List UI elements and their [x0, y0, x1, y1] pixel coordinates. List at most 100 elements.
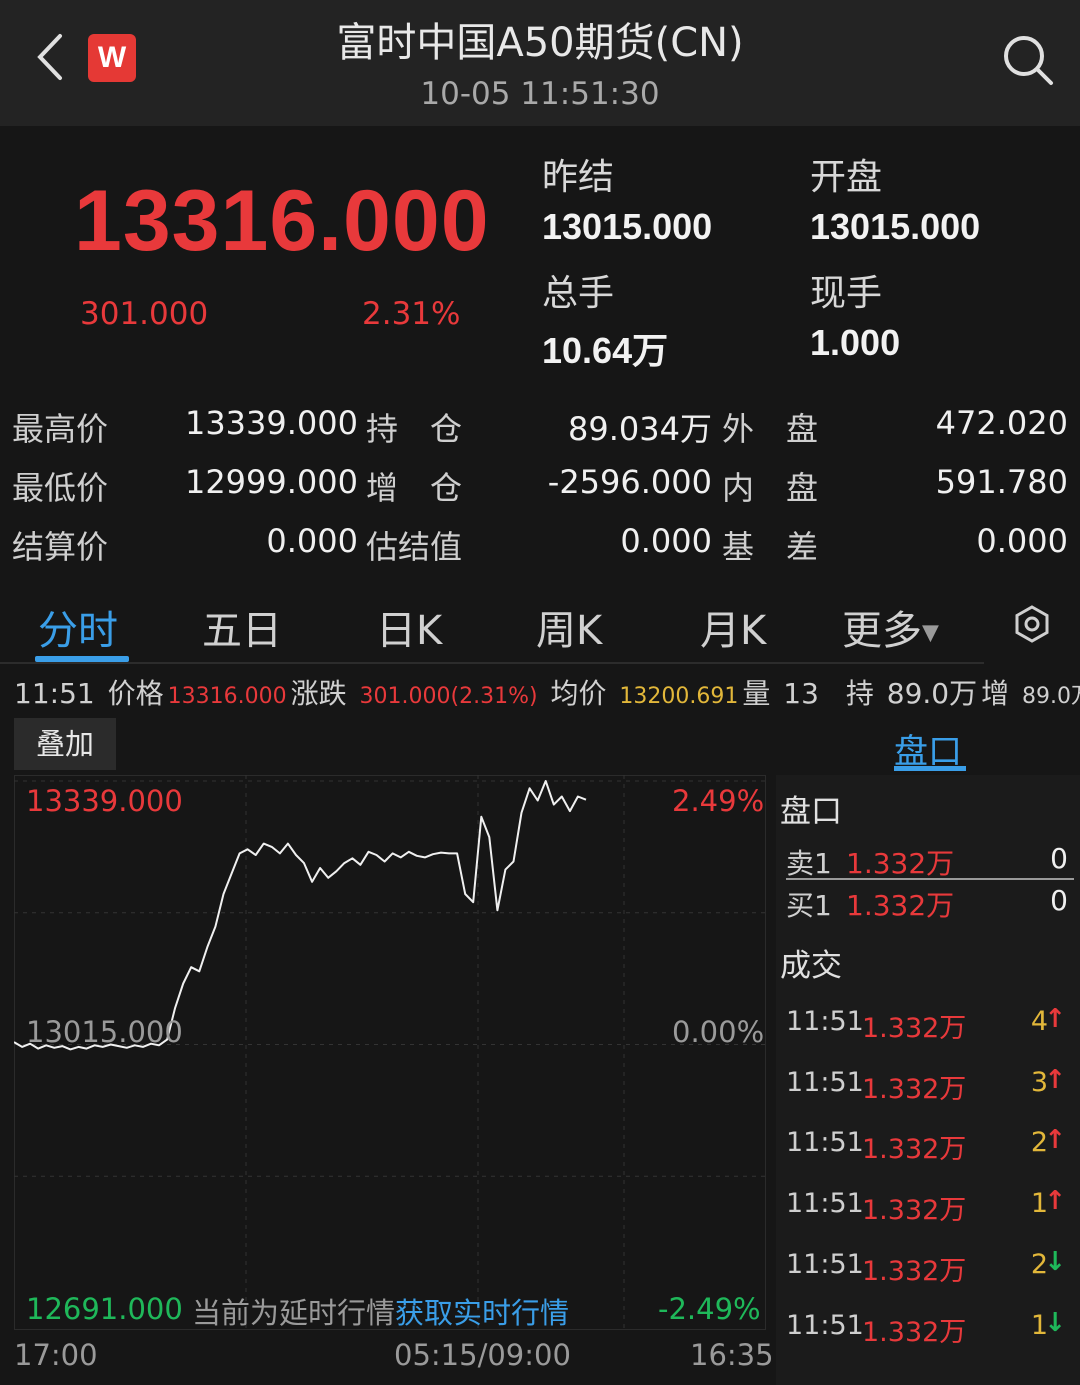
trade-price: 1.332万 — [862, 1255, 967, 1287]
delay-notice: 当前为延时行情获取实时行情 — [192, 1290, 569, 1332]
sell1-qty: 0 — [1050, 842, 1068, 875]
info-price: 13316.000 — [167, 684, 287, 709]
trade-row: 11:51 1.332万 1 ↑ — [786, 1186, 1068, 1228]
tab-monthly-k[interactable]: 月K — [700, 598, 766, 656]
info-oi: 89.0万 — [886, 677, 978, 710]
chart-min-pct-label: -2.49% — [658, 1292, 761, 1326]
chart-ref-price-label: 13015.000 — [26, 1015, 183, 1049]
trade-time: 11:51 — [786, 1006, 864, 1037]
tab-weekly-k[interactable]: 周K — [536, 598, 602, 656]
open-label: 开盘 — [810, 157, 883, 198]
settle-value: 0.000 — [266, 522, 358, 560]
info-vol-label: 量 — [742, 677, 771, 710]
arrow-up-icon: ↑ — [1044, 1125, 1066, 1156]
trade-time: 11:51 — [786, 1248, 864, 1280]
trade-row: 11:51 1.332万 2 ↓ — [786, 1246, 1068, 1289]
realtime-quote-link[interactable]: 获取实时行情 — [395, 1296, 569, 1330]
settle-label: 结算价 — [12, 528, 109, 566]
page-title: 富时中国A50期货(CN) — [336, 20, 744, 66]
spread-divider — [786, 878, 1074, 880]
time-axis-mid: 05:15/09:00 — [394, 1338, 571, 1372]
trade-price: 1.332万 — [862, 1316, 967, 1348]
info-oi-label: 持 — [845, 677, 874, 710]
high-value: 13339.000 — [184, 404, 358, 442]
tab-divider — [0, 662, 984, 664]
arrow-up-icon: ↑ — [1044, 1186, 1066, 1217]
price-line — [14, 780, 587, 1051]
open-interest-value: 89.034万 — [568, 410, 712, 448]
order-book-title: 盘口 — [780, 794, 842, 830]
outer-label: 外 盘 — [722, 410, 819, 448]
info-oi-chg-label: 增 — [981, 677, 1010, 710]
basis-label: 基 差 — [722, 528, 819, 566]
buy1-qty: 0 — [1050, 884, 1068, 917]
open-value: 13015.000 — [810, 206, 981, 247]
trade-price: 1.332万 — [862, 1195, 967, 1227]
quote-timestamp: 10-05 11:51:30 — [420, 76, 660, 112]
tab-intraday[interactable]: 分时 — [38, 598, 118, 656]
order-book-tab-indicator — [894, 766, 966, 771]
info-change: 301.000(2.31%) — [359, 684, 538, 709]
trade-time: 11:51 — [786, 1309, 864, 1341]
info-price-label: 价格 — [107, 677, 164, 710]
trades-title: 成交 — [780, 948, 842, 984]
current-hand-value: 1.000 — [810, 322, 901, 363]
chart-grid — [14, 775, 766, 1330]
info-time: 11:51 — [14, 677, 95, 710]
dropdown-caret-icon: ▼ — [922, 620, 939, 646]
time-axis-start: 17:00 — [14, 1338, 98, 1372]
current-hand-label: 现手 — [810, 273, 883, 314]
app-logo: W — [88, 34, 136, 82]
settings-icon[interactable] — [1012, 604, 1052, 644]
overlay-button[interactable]: 叠加 — [14, 718, 116, 770]
last-price: 13316.000 — [74, 173, 490, 269]
outer-value: 472.020 — [935, 404, 1068, 442]
tab-five-day[interactable]: 五日 — [202, 598, 282, 656]
volume-label: 总手 — [542, 273, 615, 314]
sell1-price: 1.332万 — [846, 847, 955, 880]
arrow-down-icon: ↓ — [1044, 1246, 1066, 1277]
buy1-label: 买1 — [786, 889, 832, 922]
arrow-down-icon: ↓ — [1044, 1307, 1066, 1338]
prev-settle-value: 13015.000 — [542, 206, 713, 247]
arrow-up-icon: ↑ — [1044, 1064, 1066, 1095]
oi-change-value: -2596.000 — [547, 463, 712, 501]
trade-time: 11:51 — [786, 1188, 864, 1220]
basis-value: 0.000 — [976, 522, 1068, 560]
est-settle-label: 估结值 — [366, 528, 463, 566]
info-avg: 13200.691 — [619, 684, 739, 709]
intraday-chart[interactable] — [14, 775, 766, 1330]
chart-series — [14, 780, 587, 1051]
info-oi-chg: 89.0万 — [1022, 684, 1080, 709]
oi-change-label: 增 仓 — [366, 469, 463, 507]
inner-label: 内 盘 — [722, 469, 819, 507]
trade-price: 1.332万 — [862, 1073, 967, 1105]
crosshair-info-line: 11:51 价格 13316.000 涨跌 301.000(2.31%) 均价 13… — [14, 672, 1080, 712]
search-icon[interactable] — [1000, 32, 1056, 88]
info-vol: 13 — [783, 677, 819, 710]
tab-daily-k[interactable]: 日K — [376, 598, 442, 656]
delay-notice-text: 当前为延时行情 — [192, 1296, 396, 1330]
price-change: 301.000 — [80, 296, 209, 332]
trade-row: 11:51 1.332万 3 ↑ — [786, 1064, 1068, 1107]
back-arrow-icon[interactable] — [30, 30, 70, 84]
low-value: 12999.000 — [184, 463, 358, 501]
tab-more-label: 更多 — [842, 608, 922, 654]
trade-row: 11:51 1.332万 1 ↓ — [786, 1307, 1068, 1350]
chart-min-price-label: 12691.000 — [26, 1292, 183, 1326]
arrow-up-icon: ↑ — [1044, 1004, 1066, 1034]
inner-value: 591.780 — [935, 463, 1068, 501]
trade-row: 11:51 1.332万 2 ↑ — [786, 1125, 1068, 1167]
low-label: 最低价 — [12, 469, 109, 507]
trade-price: 1.332万 — [862, 1134, 967, 1166]
sell1-label: 卖1 — [786, 847, 832, 880]
price-change-percent: 2.31% — [362, 296, 461, 332]
volume-value: 10.64万 — [542, 330, 669, 371]
top-bar: W 富时中国A50期货(CN) 10-05 11:51:30 — [0, 0, 1080, 126]
time-axis-end: 16:35 — [690, 1338, 774, 1372]
info-change-label: 涨跌 — [290, 677, 347, 710]
chart-max-price-label: 13339.000 — [26, 784, 183, 818]
chart-max-pct-label: 2.49% — [672, 784, 765, 818]
buy1-price: 1.332万 — [846, 889, 955, 922]
tab-more[interactable]: 更多▼ — [842, 598, 939, 656]
